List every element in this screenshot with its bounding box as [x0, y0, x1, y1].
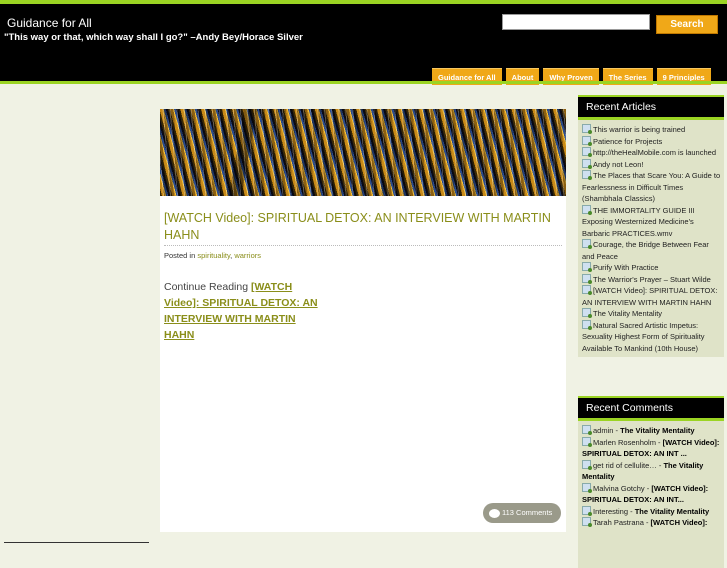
comment-icon	[582, 505, 592, 516]
recent-comments-list: admin - The Vitality Mentality Marlen Ro…	[578, 421, 724, 568]
search-input[interactable]	[502, 14, 650, 30]
post-meta: Posted in spirituality, warriors	[164, 251, 261, 260]
post-link-icon	[582, 147, 592, 157]
comment-author[interactable]: Interesting	[593, 507, 628, 516]
list-item: get rid of cellulite… - The Vitality Men…	[582, 459, 704, 481]
list-item[interactable]: Purify With Practice	[582, 262, 721, 274]
category-link-warriors[interactable]: warriors	[234, 251, 261, 260]
list-item[interactable]: This warrior is being trained	[582, 124, 721, 136]
post-card: [WATCH Video]: SPIRITUAL DETOX: AN INTER…	[160, 109, 566, 532]
list-item[interactable]: Andy not Leon!	[582, 158, 721, 171]
comments-count-button[interactable]: 113 Comments	[483, 503, 561, 523]
continue-reading-label: Continue Reading	[164, 281, 249, 293]
post-link-icon	[582, 273, 592, 284]
recent-articles-title: Recent Articles	[578, 95, 724, 120]
comment-post-link[interactable]: The Vitality Mentality	[620, 426, 694, 435]
recent-articles-widget: Recent Articles This warrior is being tr…	[578, 95, 724, 357]
recent-comments-widget: Recent Comments admin - The Vitality Men…	[578, 396, 724, 568]
list-item[interactable]: The Places that Scare You: A Guide to Fe…	[582, 170, 721, 205]
list-item[interactable]: http://theHealMobile.com is launched	[582, 147, 721, 159]
comment-post-link[interactable]: The Vitality Mentality	[635, 507, 709, 516]
list-item[interactable]: Natural Sacred Artistic Impetus: Sexuali…	[582, 319, 721, 355]
footer-divider	[4, 542, 149, 543]
post-link-icon	[582, 319, 592, 330]
comments-count: 113 Comments	[502, 508, 553, 517]
comment-icon	[582, 517, 592, 527]
header-banner-image	[160, 109, 566, 196]
posted-in-label: Posted in	[164, 251, 196, 260]
comment-icon	[582, 425, 592, 435]
comment-icon	[582, 482, 592, 493]
site-tagline: "This way or that, which way shall I go?…	[4, 32, 303, 43]
header-divider	[0, 81, 727, 84]
post-link-icon	[582, 262, 592, 272]
post-link-icon	[582, 170, 592, 180]
comment-icon	[582, 459, 592, 470]
comment-post-link[interactable]: [WATCH Video]:	[651, 518, 708, 527]
comment-author[interactable]: Malvina Gotchy	[593, 484, 645, 493]
continue-reading: Continue Reading [WATCH Video]: SPIRITUA…	[164, 279, 324, 343]
post-link-icon	[582, 124, 592, 134]
list-item: Malvina Gotchy - [WATCH Video]: SPIRITUA…	[582, 482, 709, 504]
category-link-spirituality[interactable]: spirituality	[197, 251, 230, 260]
recent-comments-title: Recent Comments	[578, 396, 724, 421]
list-item[interactable]: The Vitality Mentality	[582, 308, 721, 320]
list-item[interactable]: Patience for Projects	[582, 135, 721, 148]
comment-bubble-icon	[489, 508, 500, 518]
post-link-icon	[582, 285, 592, 295]
comment-author[interactable]: Marlen Rosenholm	[593, 438, 656, 447]
list-item: admin - The Vitality Mentality	[582, 425, 721, 437]
comment-author[interactable]: admin	[593, 426, 613, 435]
post-link-icon	[582, 239, 592, 249]
list-item: Marlen Rosenholm - [WATCH Video]: SPIRIT…	[582, 436, 720, 458]
list-item: Tarah Pastrana - [WATCH Video]:	[582, 517, 721, 529]
post-link-icon	[582, 158, 592, 169]
comment-icon	[582, 436, 592, 447]
list-item[interactable]: Courage, the Bridge Between Fear and Pea…	[582, 239, 721, 262]
list-item: Interesting - The Vitality Mentality	[582, 505, 721, 518]
recent-articles-list: This warrior is being trained Patience f…	[578, 120, 724, 357]
list-item[interactable]: [WATCH Video]: SPIRITUAL DETOX: AN INTER…	[582, 285, 721, 308]
post-link-icon	[582, 204, 592, 215]
list-item[interactable]: The Warrior's Prayer – Stuart Wilde	[582, 273, 721, 286]
comment-author[interactable]: Tarah Pastrana	[593, 518, 644, 527]
post-title[interactable]: [WATCH Video]: SPIRITUAL DETOX: AN INTER…	[164, 210, 562, 246]
post-link-icon	[582, 308, 592, 318]
search-button[interactable]: Search	[656, 15, 718, 34]
list-item[interactable]: THE IMMORTALITY GUIDE III Exposing Weste…	[582, 204, 721, 240]
post-link-icon	[582, 135, 592, 146]
comment-author[interactable]: get rid of cellulite…	[593, 461, 657, 470]
site-header: Guidance for All "This way or that, whic…	[0, 0, 727, 85]
site-title[interactable]: Guidance for All	[7, 16, 92, 30]
